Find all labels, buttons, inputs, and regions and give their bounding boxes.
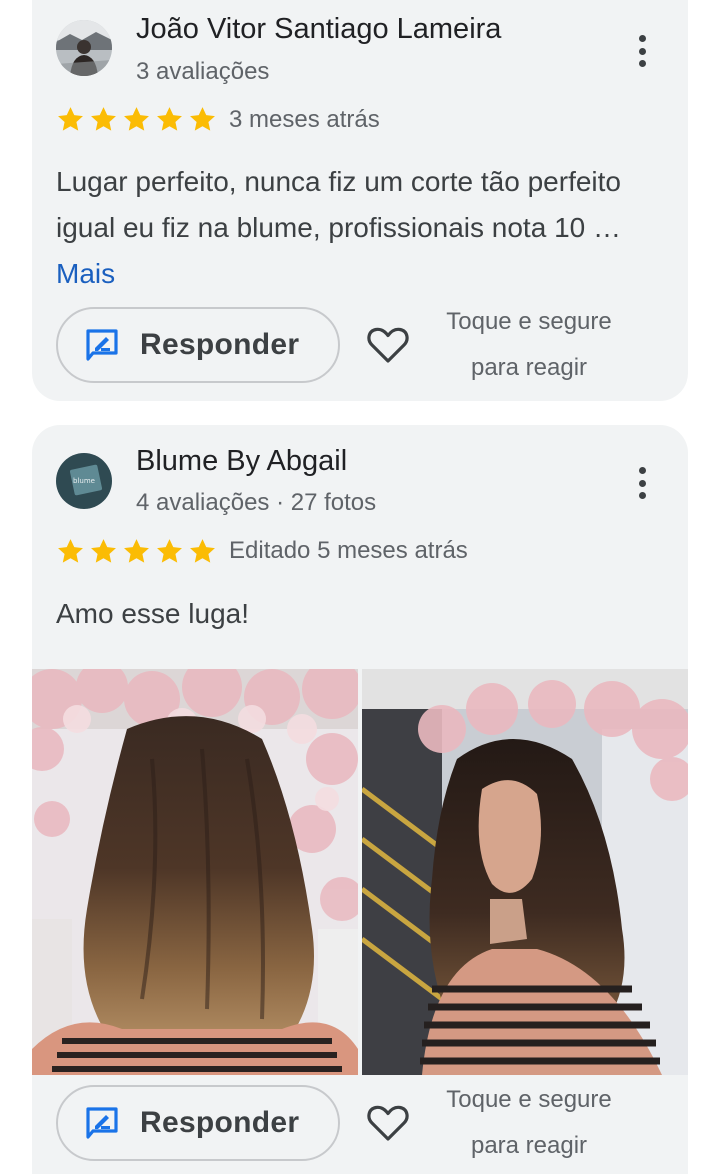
reply-button[interactable]: Responder: [56, 307, 340, 383]
star-icon: [190, 107, 215, 131]
star-icon: [124, 107, 149, 131]
react-hint: Toque e segure para reagir: [446, 308, 612, 381]
heart-outline-icon[interactable]: [366, 1103, 410, 1143]
reply-button[interactable]: Responder: [56, 1085, 340, 1161]
star-icon: [91, 539, 116, 563]
star-icon: [124, 539, 149, 563]
react-hint: Toque e segure para reagir: [446, 1086, 612, 1159]
review-text: Amo esse luga!: [56, 598, 249, 629]
more-options-button[interactable]: [632, 33, 652, 69]
star-icon: [157, 539, 182, 563]
review-card: blume Blume By Abgail 4 avaliações · 27 …: [32, 425, 688, 1174]
more-vert-icon: [638, 467, 646, 474]
read-more-link[interactable]: Mais: [56, 258, 115, 289]
star-icon: [58, 107, 83, 131]
star-icon: [91, 107, 116, 131]
reviewer-stats: 3 avaliações: [136, 58, 270, 85]
review-text-body: Lugar perfeito, nunca fiz um corte tão p…: [56, 166, 621, 243]
avatar[interactable]: [56, 20, 112, 76]
more-vert-icon: [638, 35, 646, 42]
star-rating: [56, 537, 217, 566]
reply-button-label: Responder: [140, 328, 300, 361]
review-card: João Vitor Santiago Lameira 3 avaliações…: [32, 0, 688, 401]
reply-edit-icon: [86, 329, 118, 361]
review-photo[interactable]: [32, 669, 358, 1075]
more-options-button[interactable]: [632, 465, 652, 501]
star-rating: [56, 105, 217, 134]
review-text: Lugar perfeito, nunca fiz um corte tão p…: [56, 159, 656, 297]
reply-edit-icon: [86, 1107, 118, 1139]
avatar[interactable]: blume: [56, 453, 112, 509]
review-photo[interactable]: [362, 669, 688, 1075]
star-icon: [190, 539, 215, 563]
reply-button-label: Responder: [140, 1106, 300, 1139]
review-date: Editado 5 meses atrás: [229, 537, 468, 564]
review-date: 3 meses atrás: [229, 106, 380, 133]
star-icon: [157, 107, 182, 131]
reviewer-name[interactable]: João Vitor Santiago Lameira: [136, 13, 501, 46]
reviewer-name[interactable]: Blume By Abgail: [136, 445, 347, 478]
reviewer-stats: 4 avaliações · 27 fotos: [136, 489, 377, 516]
heart-outline-icon[interactable]: [366, 325, 410, 365]
star-icon: [58, 539, 83, 563]
svg-text:blume: blume: [73, 477, 95, 485]
